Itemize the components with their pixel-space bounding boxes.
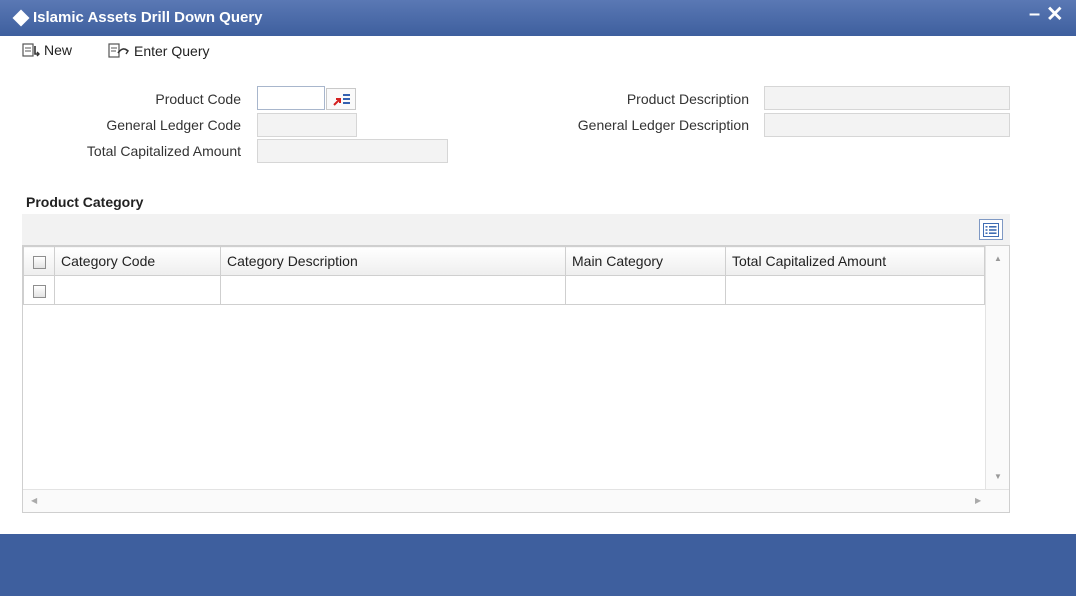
- product-description-label: Product Description: [626, 91, 749, 107]
- diamond-icon: [12, 9, 30, 27]
- product-code-input[interactable]: [257, 86, 325, 110]
- cell-main-category[interactable]: [565, 275, 726, 305]
- grid-settings-button[interactable]: [979, 219, 1003, 240]
- footer-bar: [0, 534, 1076, 596]
- product-category-title: Product Category: [26, 194, 144, 210]
- new-label: New: [44, 42, 73, 58]
- horizontal-scrollbar[interactable]: ◀ ▶: [23, 489, 1009, 512]
- select-all-checkbox[interactable]: [32, 255, 46, 269]
- column-header-category-code[interactable]: Category Code: [54, 246, 221, 276]
- total-capitalized-amount-field: [257, 139, 448, 163]
- close-button[interactable]: ✕: [1046, 4, 1064, 25]
- vertical-scrollbar[interactable]: ▲ ▼: [985, 246, 1009, 489]
- row-select-cell: [23, 275, 55, 305]
- general-ledger-description-field: [764, 113, 1010, 137]
- list-of-values-icon: [333, 94, 350, 106]
- scroll-right-icon[interactable]: ▶: [975, 496, 981, 505]
- minimize-button[interactable]: –: [1029, 4, 1040, 24]
- column-header-category-description[interactable]: Category Description: [220, 246, 566, 276]
- product-code-lov-button[interactable]: [326, 88, 356, 110]
- enter-query-label: Enter Query: [134, 43, 210, 59]
- scroll-left-icon[interactable]: ◀: [31, 496, 37, 505]
- toolbar: New Enter Query: [0, 36, 1076, 66]
- cell-category-code[interactable]: [54, 275, 221, 305]
- enter-query-button[interactable]: Enter Query: [108, 42, 209, 60]
- product-code-label: Product Code: [155, 91, 241, 107]
- enter-query-icon: [108, 43, 129, 58]
- general-ledger-code-label: General Ledger Code: [106, 117, 241, 133]
- new-button[interactable]: New: [22, 42, 72, 58]
- grid-columns-icon: [983, 223, 999, 237]
- column-header-total-capitalized-amount[interactable]: Total Capitalized Amount: [725, 246, 985, 276]
- window-titlebar: Islamic Assets Drill Down Query – ✕: [0, 0, 1076, 36]
- product-category-grid: Category Code Category Description Main …: [22, 245, 1010, 513]
- grid-toolbar: [22, 214, 1010, 245]
- row-checkbox[interactable]: [32, 284, 46, 298]
- cell-category-description[interactable]: [220, 275, 566, 305]
- table-row: [23, 275, 985, 305]
- product-category-table: Category Code Category Description Main …: [23, 246, 985, 305]
- general-ledger-code-field: [257, 113, 357, 137]
- scroll-up-icon[interactable]: ▲: [994, 254, 1002, 263]
- cell-total-capitalized-amount[interactable]: [725, 275, 985, 305]
- column-header-main-category[interactable]: Main Category: [565, 246, 726, 276]
- select-all-cell: [23, 246, 55, 276]
- product-description-field: [764, 86, 1010, 110]
- window-title: Islamic Assets Drill Down Query: [33, 9, 263, 26]
- general-ledger-description-label: General Ledger Description: [577, 117, 749, 133]
- new-record-icon: [22, 43, 40, 57]
- scroll-down-icon[interactable]: ▼: [994, 472, 1002, 481]
- total-capitalized-amount-label: Total Capitalized Amount: [86, 143, 241, 159]
- table-header-row: Category Code Category Description Main …: [23, 246, 985, 276]
